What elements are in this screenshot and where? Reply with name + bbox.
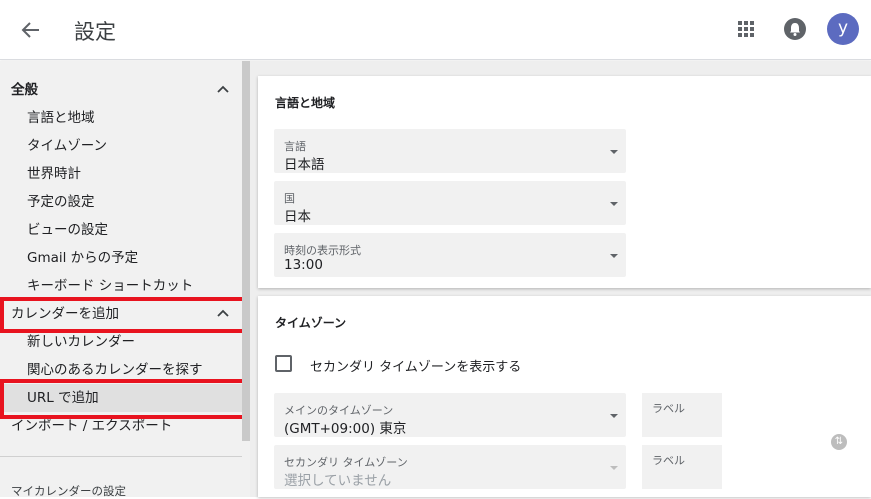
sidebar-item-keyboard-shortcuts[interactable]: キーボード ショートカット [0, 272, 243, 300]
sidebar-divider [0, 456, 242, 457]
sidebar-section-general[interactable]: 全般 [0, 76, 243, 104]
sidebar-item-world-clock[interactable]: 世界時計 [0, 160, 243, 188]
primary-timezone-label-input[interactable]: ラベル [642, 393, 722, 437]
field-label: ラベル [652, 402, 685, 415]
sidebar-item-gmail-events[interactable]: Gmail からの予定 [0, 244, 243, 272]
dropdown-arrow-icon [610, 150, 618, 154]
dropdown-arrow-icon [610, 202, 618, 206]
country-select[interactable]: 国 日本 [274, 181, 626, 225]
field-value: 13:00 [284, 257, 323, 273]
sidebar-item-language-region[interactable]: 言語と地域 [0, 104, 243, 132]
time-format-select[interactable]: 時刻の表示形式 13:00 [274, 233, 626, 277]
swap-icon[interactable]: ⇅ [831, 434, 847, 450]
dropdown-arrow-icon [610, 254, 618, 258]
back-button[interactable] [18, 18, 44, 42]
arrow-left-icon [21, 22, 39, 38]
field-value: 日本語 [284, 157, 325, 173]
avatar[interactable]: y [827, 13, 859, 45]
top-app-bar: 設定 y [0, 0, 871, 60]
field-label: 国 [284, 192, 295, 205]
sidebar-item-timezone[interactable]: タイムゾーン [0, 132, 243, 160]
field-label: 時刻の表示形式 [284, 244, 361, 257]
page-title: 設定 [74, 20, 116, 44]
field-value: 日本 [284, 209, 311, 225]
card-title: 言語と地域 [275, 96, 336, 110]
field-label: 言語 [284, 140, 306, 153]
card-title: タイムゾーン [275, 316, 347, 330]
field-value: 選択していません [284, 473, 392, 489]
settings-sidebar: 全般 言語と地域 タイムゾーン 世界時計 予定の設定 ビューの設定 Gmail … [0, 61, 250, 498]
language-region-card: 言語と地域 言語 日本語 国 日本 時刻の表示形式 13:00 [258, 76, 871, 288]
field-label: メインのタイムゾーン [284, 404, 394, 417]
field-label: セカンダリ タイムゾーン [284, 456, 408, 469]
sidebar-scrollbar[interactable] [242, 61, 250, 441]
dropdown-arrow-icon [610, 414, 618, 418]
sidebar-section-label: 全般 [11, 82, 38, 98]
dropdown-arrow-icon [610, 466, 618, 470]
sidebar-item-event-settings[interactable]: 予定の設定 [0, 188, 243, 216]
timezone-card: タイムゾーン セカンダリ タイムゾーンを表示する メインのタイムゾーン (GMT… [258, 296, 871, 497]
chevron-up-icon [217, 85, 229, 93]
secondary-timezone-checkbox[interactable] [275, 355, 292, 372]
highlight-add-by-url [0, 379, 247, 419]
secondary-timezone-select[interactable]: セカンダリ タイムゾーン 選択していません [274, 445, 626, 489]
sidebar-item-view-settings[interactable]: ビューの設定 [0, 216, 243, 244]
checkbox-label: セカンダリ タイムゾーンを表示する [310, 360, 522, 375]
language-select[interactable]: 言語 日本語 [274, 129, 626, 173]
field-label: ラベル [652, 454, 685, 467]
highlight-add-calendar [0, 297, 247, 333]
primary-timezone-select[interactable]: メインのタイムゾーン (GMT+09:00) 東京 [274, 393, 626, 437]
field-value: (GMT+09:00) 東京 [284, 421, 407, 437]
secondary-timezone-label-input[interactable]: ラベル [642, 445, 722, 489]
apps-grid-icon[interactable] [736, 19, 756, 39]
bell-icon[interactable] [784, 18, 806, 40]
